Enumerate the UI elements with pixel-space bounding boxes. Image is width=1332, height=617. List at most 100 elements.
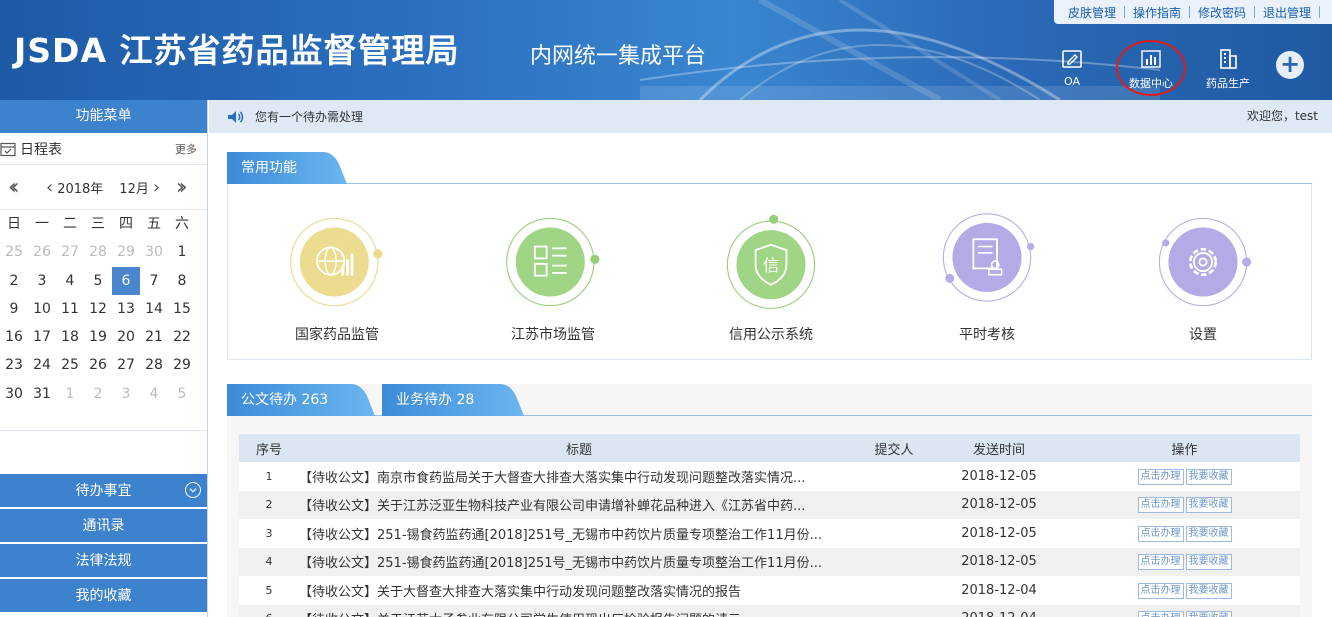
- calendar-day[interactable]: 2: [0, 267, 28, 295]
- favorite-button[interactable]: 我要收藏: [1185, 582, 1232, 599]
- calendar-day[interactable]: 3: [28, 267, 56, 295]
- document-stamp-icon: [942, 213, 1035, 302]
- calendar-day[interactable]: 30: [0, 380, 28, 408]
- top-links: 皮肤管理 操作指南 修改密码 退出管理: [1053, 0, 1332, 24]
- row-title[interactable]: 【待收公文】251-锡食药监药通[2018]251号_无锡市中药饮片质量专项整治…: [299, 519, 859, 548]
- table-row[interactable]: 1 【待收公文】南京市食药监局关于大督查大排查大落实集中行动发现问题整改落实情况.…: [239, 462, 1300, 491]
- menu-contacts[interactable]: 通讯录: [0, 509, 207, 543]
- favorite-button[interactable]: 我要收藏: [1185, 611, 1232, 617]
- table-row[interactable]: 5 【待收公文】关于大督查大排查大落实集中行动发现问题整改落实情况的报告 2018-…: [239, 576, 1300, 605]
- calendar-day[interactable]: 11: [56, 295, 84, 323]
- calendar-day[interactable]: 4: [140, 380, 168, 408]
- favorite-button[interactable]: 我要收藏: [1185, 525, 1232, 542]
- calendar-day[interactable]: 13: [112, 295, 140, 323]
- calendar-day[interactable]: 28: [140, 351, 168, 379]
- row-title[interactable]: 【待收公文】关于江苏太子参业有限公司学生使用现出厂检验报告问题的请示: [299, 604, 859, 617]
- calendar-day[interactable]: 27: [112, 351, 140, 379]
- calendar-day[interactable]: 16: [0, 323, 28, 351]
- next-month-icon[interactable]: ›: [153, 177, 160, 198]
- calendar-day[interactable]: 10: [28, 295, 56, 323]
- handle-button[interactable]: 点击办理: [1137, 497, 1184, 514]
- prev-month-icon[interactable]: ‹: [46, 177, 53, 198]
- table-row[interactable]: 2 【待收公文】关于江苏泛亚生物科技产业有限公司申请增补蝉花品种进入《江苏省中药.…: [239, 490, 1300, 519]
- calendar-day[interactable]: 5: [84, 267, 112, 295]
- menu-todo[interactable]: 待办事宜: [0, 474, 207, 508]
- calendar-day[interactable]: 22: [168, 323, 196, 351]
- nav-data-center[interactable]: 数据中心: [1121, 47, 1181, 91]
- calendar-day[interactable]: 8: [168, 267, 196, 295]
- handle-button[interactable]: 点击办理: [1137, 525, 1184, 542]
- func-settings[interactable]: 设置: [1138, 212, 1268, 344]
- change-password-link[interactable]: 修改密码: [1190, 4, 1254, 21]
- weekday-label: 六: [175, 216, 189, 232]
- calendar-day[interactable]: 31: [28, 380, 56, 408]
- skin-manage-link[interactable]: 皮肤管理: [1060, 4, 1124, 21]
- calendar-day[interactable]: 26: [28, 238, 56, 266]
- row-title[interactable]: 【待收公文】关于大督查大排查大落实集中行动发现问题整改落实情况的报告: [299, 576, 859, 605]
- menu-favorites[interactable]: 我的收藏: [0, 579, 207, 613]
- nav-drug-production[interactable]: 药品生产: [1198, 47, 1258, 91]
- row-title[interactable]: 【待收公文】关于江苏泛亚生物科技产业有限公司申请增补蝉花品种进入《江苏省中药..…: [299, 490, 859, 519]
- logout-link[interactable]: 退出管理: [1255, 4, 1319, 21]
- func-jiangsu-market[interactable]: 江苏市场监管: [488, 212, 618, 344]
- func-credit-public[interactable]: 信 信用公示系统: [706, 212, 836, 344]
- row-number: 2: [239, 490, 299, 519]
- guide-link[interactable]: 操作指南: [1125, 4, 1189, 21]
- calendar-day[interactable]: 26: [84, 351, 112, 379]
- calendar-day[interactable]: 29: [112, 238, 140, 266]
- row-title[interactable]: 【待收公文】南京市食药监局关于大督查大排查大落实集中行动发现问题整改落实情况..…: [299, 462, 859, 491]
- favorite-button[interactable]: 我要收藏: [1185, 554, 1232, 571]
- calendar-day[interactable]: 9: [0, 295, 28, 323]
- calendar-day[interactable]: 24: [28, 351, 56, 379]
- calendar-day[interactable]: 5: [168, 380, 196, 408]
- calendar-day[interactable]: 18: [56, 323, 84, 351]
- prev-year-icon[interactable]: ‹‹: [8, 175, 34, 200]
- calendar-day[interactable]: 28: [84, 238, 112, 266]
- add-nav-button[interactable]: +: [1276, 51, 1304, 79]
- calendar-day[interactable]: 25: [0, 238, 28, 266]
- func-national-drug[interactable]: 国家药品监管: [272, 212, 402, 344]
- calendar-day[interactable]: 2: [84, 380, 112, 408]
- calendar-day[interactable]: 6: [112, 266, 140, 295]
- notice-text[interactable]: 您有一个待办需处理: [255, 108, 363, 125]
- tab-business-todo[interactable]: 业务待办 28: [382, 384, 527, 416]
- row-submitter: [859, 547, 929, 576]
- calendar-day[interactable]: 17: [28, 323, 56, 351]
- calendar-day[interactable]: 7: [140, 267, 168, 295]
- calendar-day[interactable]: 25: [56, 351, 84, 379]
- tab-document-todo[interactable]: 公文待办 263: [227, 384, 377, 416]
- calendar-day[interactable]: 15: [168, 295, 196, 323]
- calendar-day[interactable]: 19: [84, 323, 112, 351]
- calendar-day[interactable]: 27: [56, 238, 84, 266]
- calendar-day[interactable]: 30: [140, 238, 168, 266]
- next-year-icon[interactable]: ››: [176, 175, 202, 200]
- handle-button[interactable]: 点击办理: [1137, 611, 1184, 617]
- tab-common-functions[interactable]: 常用功能: [227, 152, 347, 184]
- calendar-day[interactable]: 23: [0, 351, 28, 379]
- speaker-icon: [228, 110, 244, 123]
- favorite-button[interactable]: 我要收藏: [1185, 497, 1232, 514]
- menu-laws[interactable]: 法律法规: [0, 544, 207, 578]
- calendar-day[interactable]: 1: [168, 238, 196, 266]
- col-send-time: 发送时间: [929, 434, 1069, 462]
- calendar-day[interactable]: 12: [84, 295, 112, 323]
- nav-prod-label: 药品生产: [1206, 77, 1250, 90]
- table-row[interactable]: 4 【待收公文】251-锡食药监药通[2018]251号_无锡市中药饮片质量专项整…: [239, 547, 1300, 576]
- schedule-more-link[interactable]: 更多: [175, 141, 197, 157]
- calendar-day[interactable]: 4: [56, 267, 84, 295]
- calendar-day[interactable]: 20: [112, 323, 140, 351]
- func-regular-assessment[interactable]: 平时考核: [922, 212, 1052, 344]
- nav-oa[interactable]: OA: [1042, 47, 1102, 88]
- favorite-button[interactable]: 我要收藏: [1185, 468, 1232, 485]
- calendar-day[interactable]: 14: [140, 295, 168, 323]
- calendar-day[interactable]: 29: [168, 351, 196, 379]
- handle-button[interactable]: 点击办理: [1137, 582, 1184, 599]
- row-title[interactable]: 【待收公文】251-锡食药监药通[2018]251号_无锡市中药饮片质量专项整治…: [299, 547, 859, 576]
- handle-button[interactable]: 点击办理: [1137, 468, 1184, 485]
- calendar-day[interactable]: 1: [56, 380, 84, 408]
- calendar-day[interactable]: 21: [140, 323, 168, 351]
- table-row[interactable]: 3 【待收公文】251-锡食药监药通[2018]251号_无锡市中药饮片质量专项整…: [239, 519, 1300, 548]
- table-row[interactable]: 6【待收公文】关于江苏太子参业有限公司学生使用现出厂检验报告问题的请示 2018-…: [239, 604, 1300, 617]
- calendar-day[interactable]: 3: [112, 380, 140, 408]
- handle-button[interactable]: 点击办理: [1137, 554, 1184, 571]
